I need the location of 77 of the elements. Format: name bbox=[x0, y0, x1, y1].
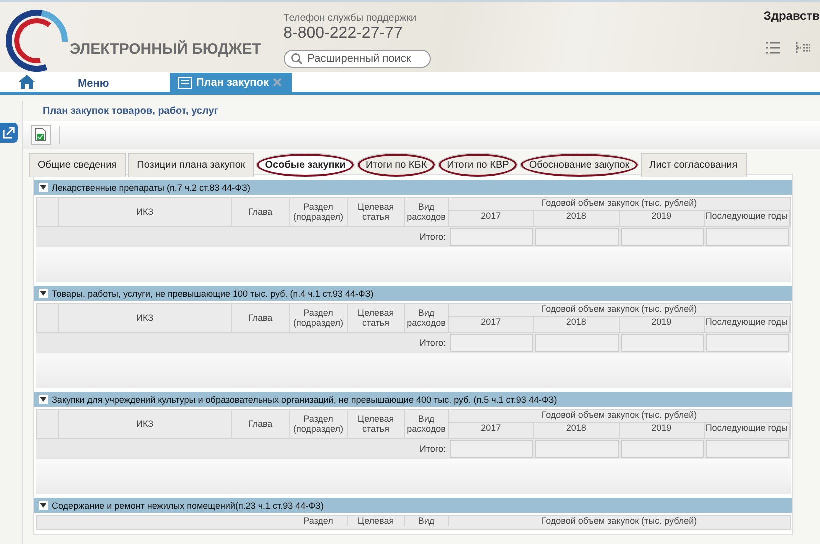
column-header: Глава bbox=[232, 304, 290, 332]
column-group-header: Годовой объем закупок (тыс. рублей) bbox=[540, 516, 698, 528]
section-tab[interactable]: Итоги по КБК bbox=[356, 153, 436, 177]
column-header: 2019 bbox=[620, 317, 705, 332]
section-tab[interactable]: Общие сведения bbox=[29, 153, 126, 177]
chevron-icon bbox=[40, 185, 47, 190]
approve-document-button[interactable] bbox=[31, 125, 51, 145]
column-header: ИКЗ bbox=[59, 304, 232, 332]
support-phone: 8-800-222-27-77 bbox=[284, 25, 404, 43]
column-header: Целевая bbox=[348, 516, 405, 526]
column-header: Раздел (подраздел) bbox=[290, 198, 348, 226]
column-header: Вид расходов bbox=[405, 410, 449, 438]
section-tab[interactable]: Особые закупки bbox=[256, 153, 355, 177]
document-icon bbox=[178, 76, 192, 88]
column-header: 2017 bbox=[449, 211, 534, 226]
section-tab[interactable]: Лист согласования bbox=[640, 153, 747, 177]
chevron-icon bbox=[40, 397, 47, 402]
column-header: 2017 bbox=[449, 423, 534, 438]
export-icon bbox=[3, 127, 15, 139]
chevron-icon bbox=[40, 291, 47, 296]
expand-toggle[interactable] bbox=[39, 183, 48, 192]
column-group-header: Годовой объем закупок (тыс. рублей) bbox=[449, 198, 790, 211]
column-header: Глава bbox=[232, 198, 290, 226]
section-header[interactable]: Товары, работы, услуги, не превышающие 100 тыс. руб. (п.4 ч.1 ст.93 44-ФЗ) bbox=[34, 286, 792, 301]
column-header: 2019 bbox=[620, 211, 705, 226]
column-header: 2017 bbox=[449, 317, 534, 332]
chevron-icon bbox=[40, 503, 47, 508]
total-label: Итого: bbox=[420, 338, 446, 348]
document-check-icon bbox=[35, 128, 47, 142]
column-header: Последующие годы bbox=[704, 317, 790, 332]
column-header: ИКЗ bbox=[59, 198, 232, 226]
support-label: Телефон службы поддержки bbox=[284, 13, 418, 24]
column-header: Раздел bbox=[290, 516, 348, 526]
greeting-text: Здравств bbox=[764, 9, 820, 23]
section-header[interactable]: Лекарственные препараты (п.7 ч.2 ст.83 44-ФЗ) bbox=[34, 180, 792, 195]
section-header[interactable]: Содержание и ремонт нежилых помещений(п.23 ч.1 ст.93 44-ФЗ) bbox=[34, 498, 792, 513]
plan-tab[interactable]: План закупок bbox=[170, 73, 292, 92]
column-header: 2018 bbox=[534, 317, 620, 332]
column-header: Вид расходов bbox=[405, 198, 449, 226]
search-icon bbox=[290, 53, 303, 65]
column-header: Вид bbox=[405, 516, 449, 526]
menu-link[interactable]: Меню bbox=[78, 78, 110, 90]
section-tab[interactable]: Обоснование закупок bbox=[520, 153, 639, 177]
section-tab[interactable]: Итоги по КВР bbox=[438, 153, 518, 177]
logo-text: ЭЛЕКТРОННЫЙ БЮДЖЕТ bbox=[70, 41, 262, 58]
page-title: План закупок товаров, работ, услуг bbox=[42, 105, 220, 119]
section-title: Закупки для учреждений культуры и образовательных организаций, не превышающие 400 тыс. руб. (п.5 ч.1 ст.93 44-ФЗ) bbox=[52, 394, 558, 404]
section-title: Лекарственные препараты (п.7 ч.2 ст.83 44-ФЗ) bbox=[52, 182, 250, 192]
section-tab[interactable]: Позиции плана закупок bbox=[128, 153, 254, 177]
column-header: Последующие годы bbox=[704, 423, 790, 438]
column-header: Вид расходов bbox=[405, 304, 449, 332]
column-header: 2018 bbox=[534, 423, 620, 438]
tree-icon[interactable] bbox=[796, 42, 810, 54]
total-label: Итого: bbox=[420, 444, 446, 454]
expand-toggle[interactable] bbox=[39, 395, 48, 404]
column-header: Раздел (подраздел) bbox=[290, 410, 348, 438]
expand-toggle[interactable] bbox=[39, 501, 48, 510]
column-header: 2018 bbox=[534, 211, 620, 226]
section-title: Содержание и ремонт нежилых помещений(п.23 ч.1 ст.93 44-ФЗ) bbox=[52, 500, 324, 510]
section-title: Товары, работы, услуги, не превышающие 100 тыс. руб. (п.4 ч.1 ст.93 44-ФЗ) bbox=[52, 288, 374, 298]
column-group-header: Годовой объем закупок (тыс. рублей) bbox=[449, 304, 790, 317]
expand-toggle[interactable] bbox=[39, 289, 48, 298]
home-icon[interactable] bbox=[19, 75, 35, 89]
column-header: Глава bbox=[232, 410, 290, 438]
column-group-header: Годовой объем закупок (тыс. рублей) bbox=[449, 410, 790, 423]
column-header: Целевая статья bbox=[348, 410, 405, 438]
total-label: Итого: bbox=[420, 232, 446, 242]
column-header: Целевая статья bbox=[348, 198, 405, 226]
side-panel-button[interactable] bbox=[0, 123, 18, 143]
section-header[interactable]: Закупки для учреждений культуры и образовательных организаций, не превышающие 400 тыс. руб. (п.5 ч.1 ст.93 44-ФЗ) bbox=[34, 392, 792, 407]
column-header: 2019 bbox=[620, 423, 705, 438]
search-field[interactable]: Расширенный поиск bbox=[284, 50, 431, 68]
column-header: ИКЗ bbox=[59, 410, 232, 438]
column-header: Последующие годы bbox=[704, 211, 790, 226]
list-icon[interactable] bbox=[766, 42, 780, 54]
column-header: Раздел (подраздел) bbox=[290, 304, 348, 332]
column-header: Целевая статья bbox=[348, 304, 405, 332]
